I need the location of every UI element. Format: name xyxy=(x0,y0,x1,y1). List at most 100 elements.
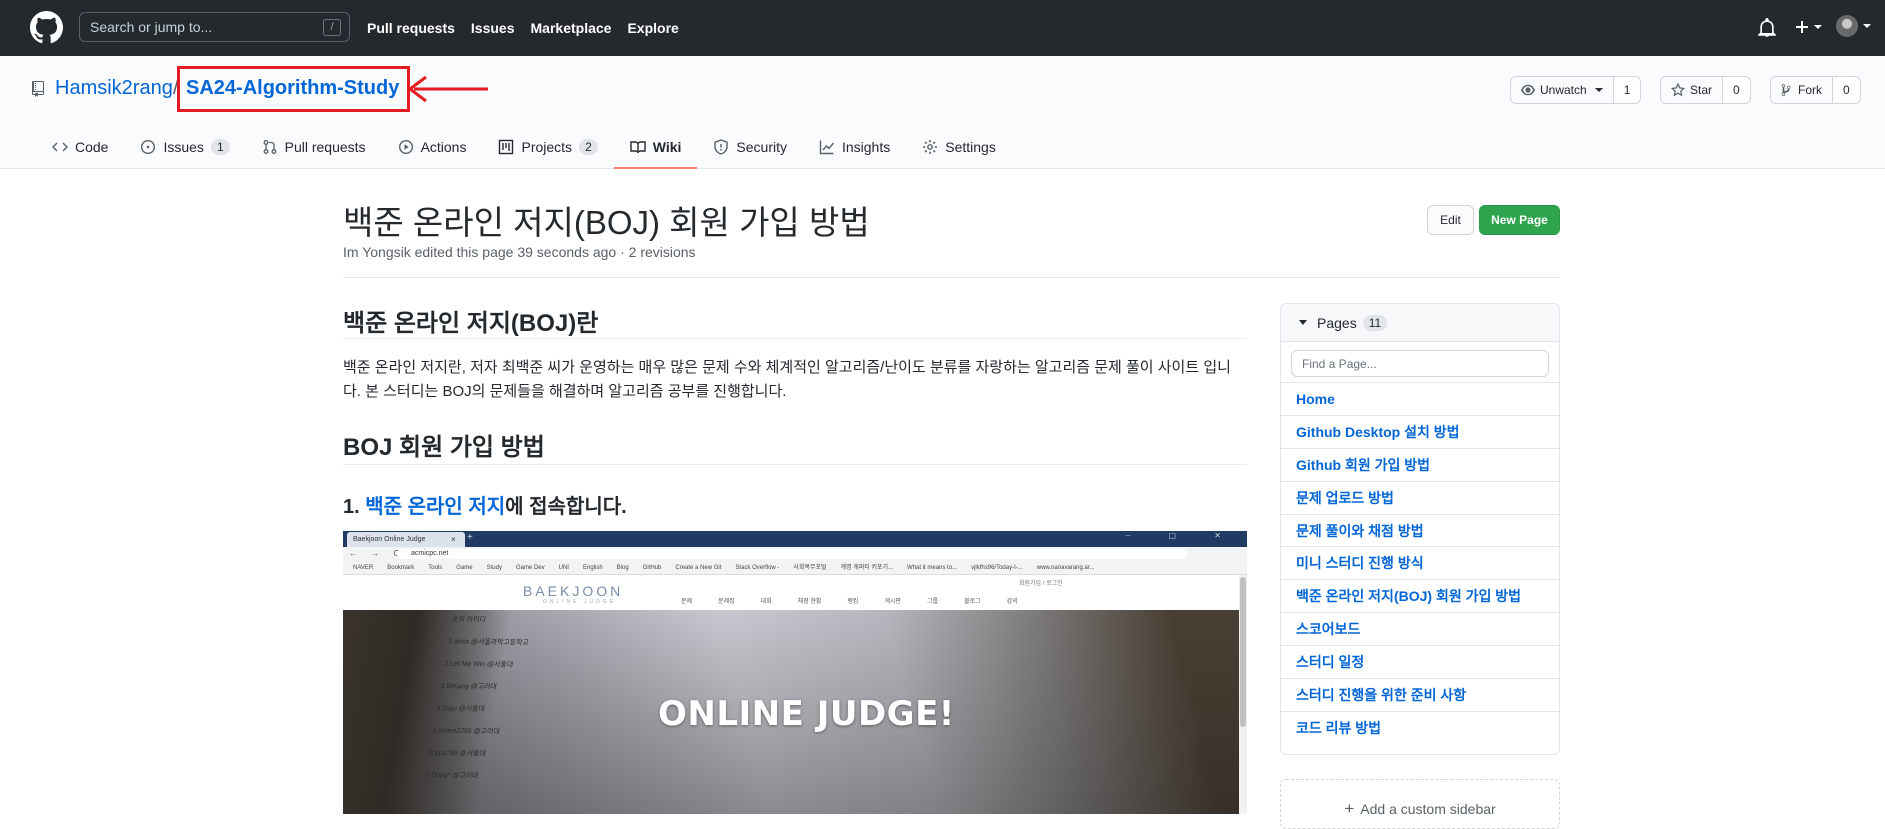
boj-hero-title: ONLINE JUDGE! xyxy=(658,694,955,734)
page-link[interactable]: 미니 스터디 진행 방식 xyxy=(1281,547,1559,581)
bookmark-item: GitHub xyxy=(642,565,662,571)
watch-button-group: Unwatch 1 xyxy=(1510,76,1642,104)
repo-owner-link[interactable]: Hamsik2rang xyxy=(55,77,173,100)
browser-tab: Baekjoon Online Judge × xyxy=(347,532,465,547)
bookmark-item: Game xyxy=(456,565,473,571)
step-1-heading: 1. 백준 온라인 저지에 접속합니다. xyxy=(343,490,627,519)
boj-menu-item: 그룹 xyxy=(927,599,939,605)
page-link[interactable]: Home xyxy=(1281,383,1559,416)
pages-count: 11 xyxy=(1362,314,1388,331)
fork-icon xyxy=(1781,83,1791,97)
project-icon xyxy=(499,139,514,154)
page-link[interactable]: 스터디 일정 xyxy=(1281,646,1559,680)
new-page-button[interactable]: New Page xyxy=(1479,205,1560,235)
page-revision-meta: Im Yongsik edited this page 39 seconds a… xyxy=(343,244,696,260)
watch-count[interactable]: 1 xyxy=(1613,77,1641,103)
tab-code[interactable]: Code xyxy=(36,124,124,169)
nav-issues[interactable]: Issues xyxy=(471,20,515,36)
fork-button[interactable]: Fork xyxy=(1771,77,1833,103)
star-label: Star xyxy=(1690,83,1713,97)
star-button[interactable]: Star xyxy=(1661,77,1724,103)
tab-pull-requests[interactable]: Pull requests xyxy=(246,124,382,169)
find-page-input[interactable] xyxy=(1291,350,1549,377)
chevron-down-icon xyxy=(1814,25,1822,29)
bookmark-item: www.nanavarang.ar... xyxy=(1036,565,1095,571)
fork-button-group: Fork 0 xyxy=(1770,76,1861,104)
boj-link[interactable]: 백준 온라인 저지 xyxy=(365,496,505,518)
browser-tabbar: Baekjoon Online Judge × + – ▢ ✕ xyxy=(343,531,1247,547)
unwatch-button[interactable]: Unwatch xyxy=(1511,77,1614,103)
wiki-pages-sidebar: Pages 11 HomeGithub Desktop 설치 방법Github … xyxy=(1280,303,1560,755)
section-paragraph: 백준 온라인 저지란, 저자 최백준 씨가 운영하는 매우 많은 문제 수와 체… xyxy=(343,359,1231,400)
window-controls: – ▢ ✕ xyxy=(1125,531,1239,540)
bookmark-item: UNI xyxy=(558,565,569,571)
tab-label: Actions xyxy=(420,138,467,155)
avatar xyxy=(1836,15,1858,37)
pages-filter xyxy=(1281,342,1559,383)
boj-menu-item: 채점 현황 xyxy=(797,599,822,605)
shield-icon xyxy=(714,138,729,155)
boj-menu-item: 게시판 xyxy=(884,599,902,605)
tab-actions[interactable]: Actions xyxy=(382,124,483,169)
edit-button[interactable]: Edit xyxy=(1427,205,1474,235)
eye-icon xyxy=(1521,84,1535,96)
global-search[interactable]: / xyxy=(79,12,350,42)
page-link[interactable]: 코드 리뷰 방법 xyxy=(1281,712,1559,745)
annotation-arrow-icon xyxy=(407,75,488,103)
notifications-bell-icon[interactable] xyxy=(1758,18,1776,38)
code-icon xyxy=(52,142,68,151)
pages-list: Home Github Desktop 설치 방법 Github 회원 가입 방법 문… xyxy=(1281,383,1559,745)
tab-label: Issues xyxy=(163,138,204,155)
screenshot-scrollbar xyxy=(1239,575,1247,814)
boj-menu-item: 블로그 xyxy=(964,599,981,605)
star-count[interactable]: 0 xyxy=(1723,77,1750,103)
step-text: 에 접속합니다. xyxy=(505,496,627,518)
tab-settings[interactable]: Settings xyxy=(906,124,1012,169)
page-link[interactable]: 스터디 진행을 위한 준비 사항 xyxy=(1281,679,1559,712)
page-link[interactable]: Github Desktop 설치 방법 xyxy=(1281,416,1559,449)
browser-urlbar: ← → C ⌂ acmicpc.net xyxy=(343,547,1247,561)
tab-label: Settings xyxy=(945,138,996,155)
book-icon xyxy=(630,140,646,153)
tab-wiki[interactable]: Wiki xyxy=(613,124,698,169)
github-logo-icon[interactable] xyxy=(30,11,63,44)
bookmark-item: Tools xyxy=(428,565,443,571)
boj-logo: BAEKJOON xyxy=(523,583,624,599)
bookmark-item: 사회복무포털 xyxy=(793,565,827,571)
tab-label: Wiki xyxy=(652,138,682,155)
tab-label: Pull requests xyxy=(284,138,366,155)
close-icon: × xyxy=(451,535,456,544)
add-custom-sidebar-button[interactable]: + Add a custom sidebar xyxy=(1280,779,1560,829)
issue-icon xyxy=(141,139,156,154)
nav-explore[interactable]: Explore xyxy=(627,20,678,36)
nav-marketplace[interactable]: Marketplace xyxy=(531,20,612,36)
pull-request-icon xyxy=(263,139,277,154)
tab-insights[interactable]: Insights xyxy=(803,124,906,169)
add-custom-sidebar-label: Add a custom sidebar xyxy=(1360,801,1496,817)
scrollbar-thumb xyxy=(1240,577,1246,727)
tab-label: Projects xyxy=(521,138,573,155)
gear-icon xyxy=(923,139,938,154)
bookmark-item: What it means to... xyxy=(907,565,958,571)
tab-security[interactable]: Security xyxy=(697,124,803,169)
global-nav: Pull requests Issues Marketplace Explore xyxy=(367,0,679,56)
page-link[interactable]: Github 회원 가입 방법 xyxy=(1281,449,1559,482)
user-menu[interactable] xyxy=(1836,15,1872,39)
repo-icon xyxy=(32,81,44,97)
search-input[interactable] xyxy=(90,13,310,41)
pages-toggle[interactable]: Pages 11 xyxy=(1281,304,1559,342)
boj-menu: 문제 문제집 대회 채점 현황 랭킹 게시판 그룹 블로그 강의 xyxy=(681,596,1044,605)
repo-tabs: Code Issues 1 Pull requests Actions Proj… xyxy=(36,124,1012,169)
issues-counter: 1 xyxy=(210,138,230,155)
create-new-menu[interactable] xyxy=(1794,16,1824,38)
tab-projects[interactable]: Projects 2 xyxy=(482,124,613,169)
tab-issues[interactable]: Issues 1 xyxy=(124,124,245,169)
page-link[interactable]: 스코어보드 xyxy=(1281,613,1559,647)
page-link[interactable]: 백준 온라인 저지(BOJ) 회원 가입 방법 xyxy=(1281,580,1559,614)
page-link[interactable]: 문제 풀이와 채점 방법 xyxy=(1281,515,1559,548)
nav-pull-requests[interactable]: Pull requests xyxy=(367,20,455,36)
unwatch-label: Unwatch xyxy=(1540,83,1587,97)
page-link[interactable]: 문제 업로드 방법 xyxy=(1281,482,1559,515)
bookmark-item: Bookmark xyxy=(387,565,415,571)
fork-count[interactable]: 0 xyxy=(1833,77,1860,103)
